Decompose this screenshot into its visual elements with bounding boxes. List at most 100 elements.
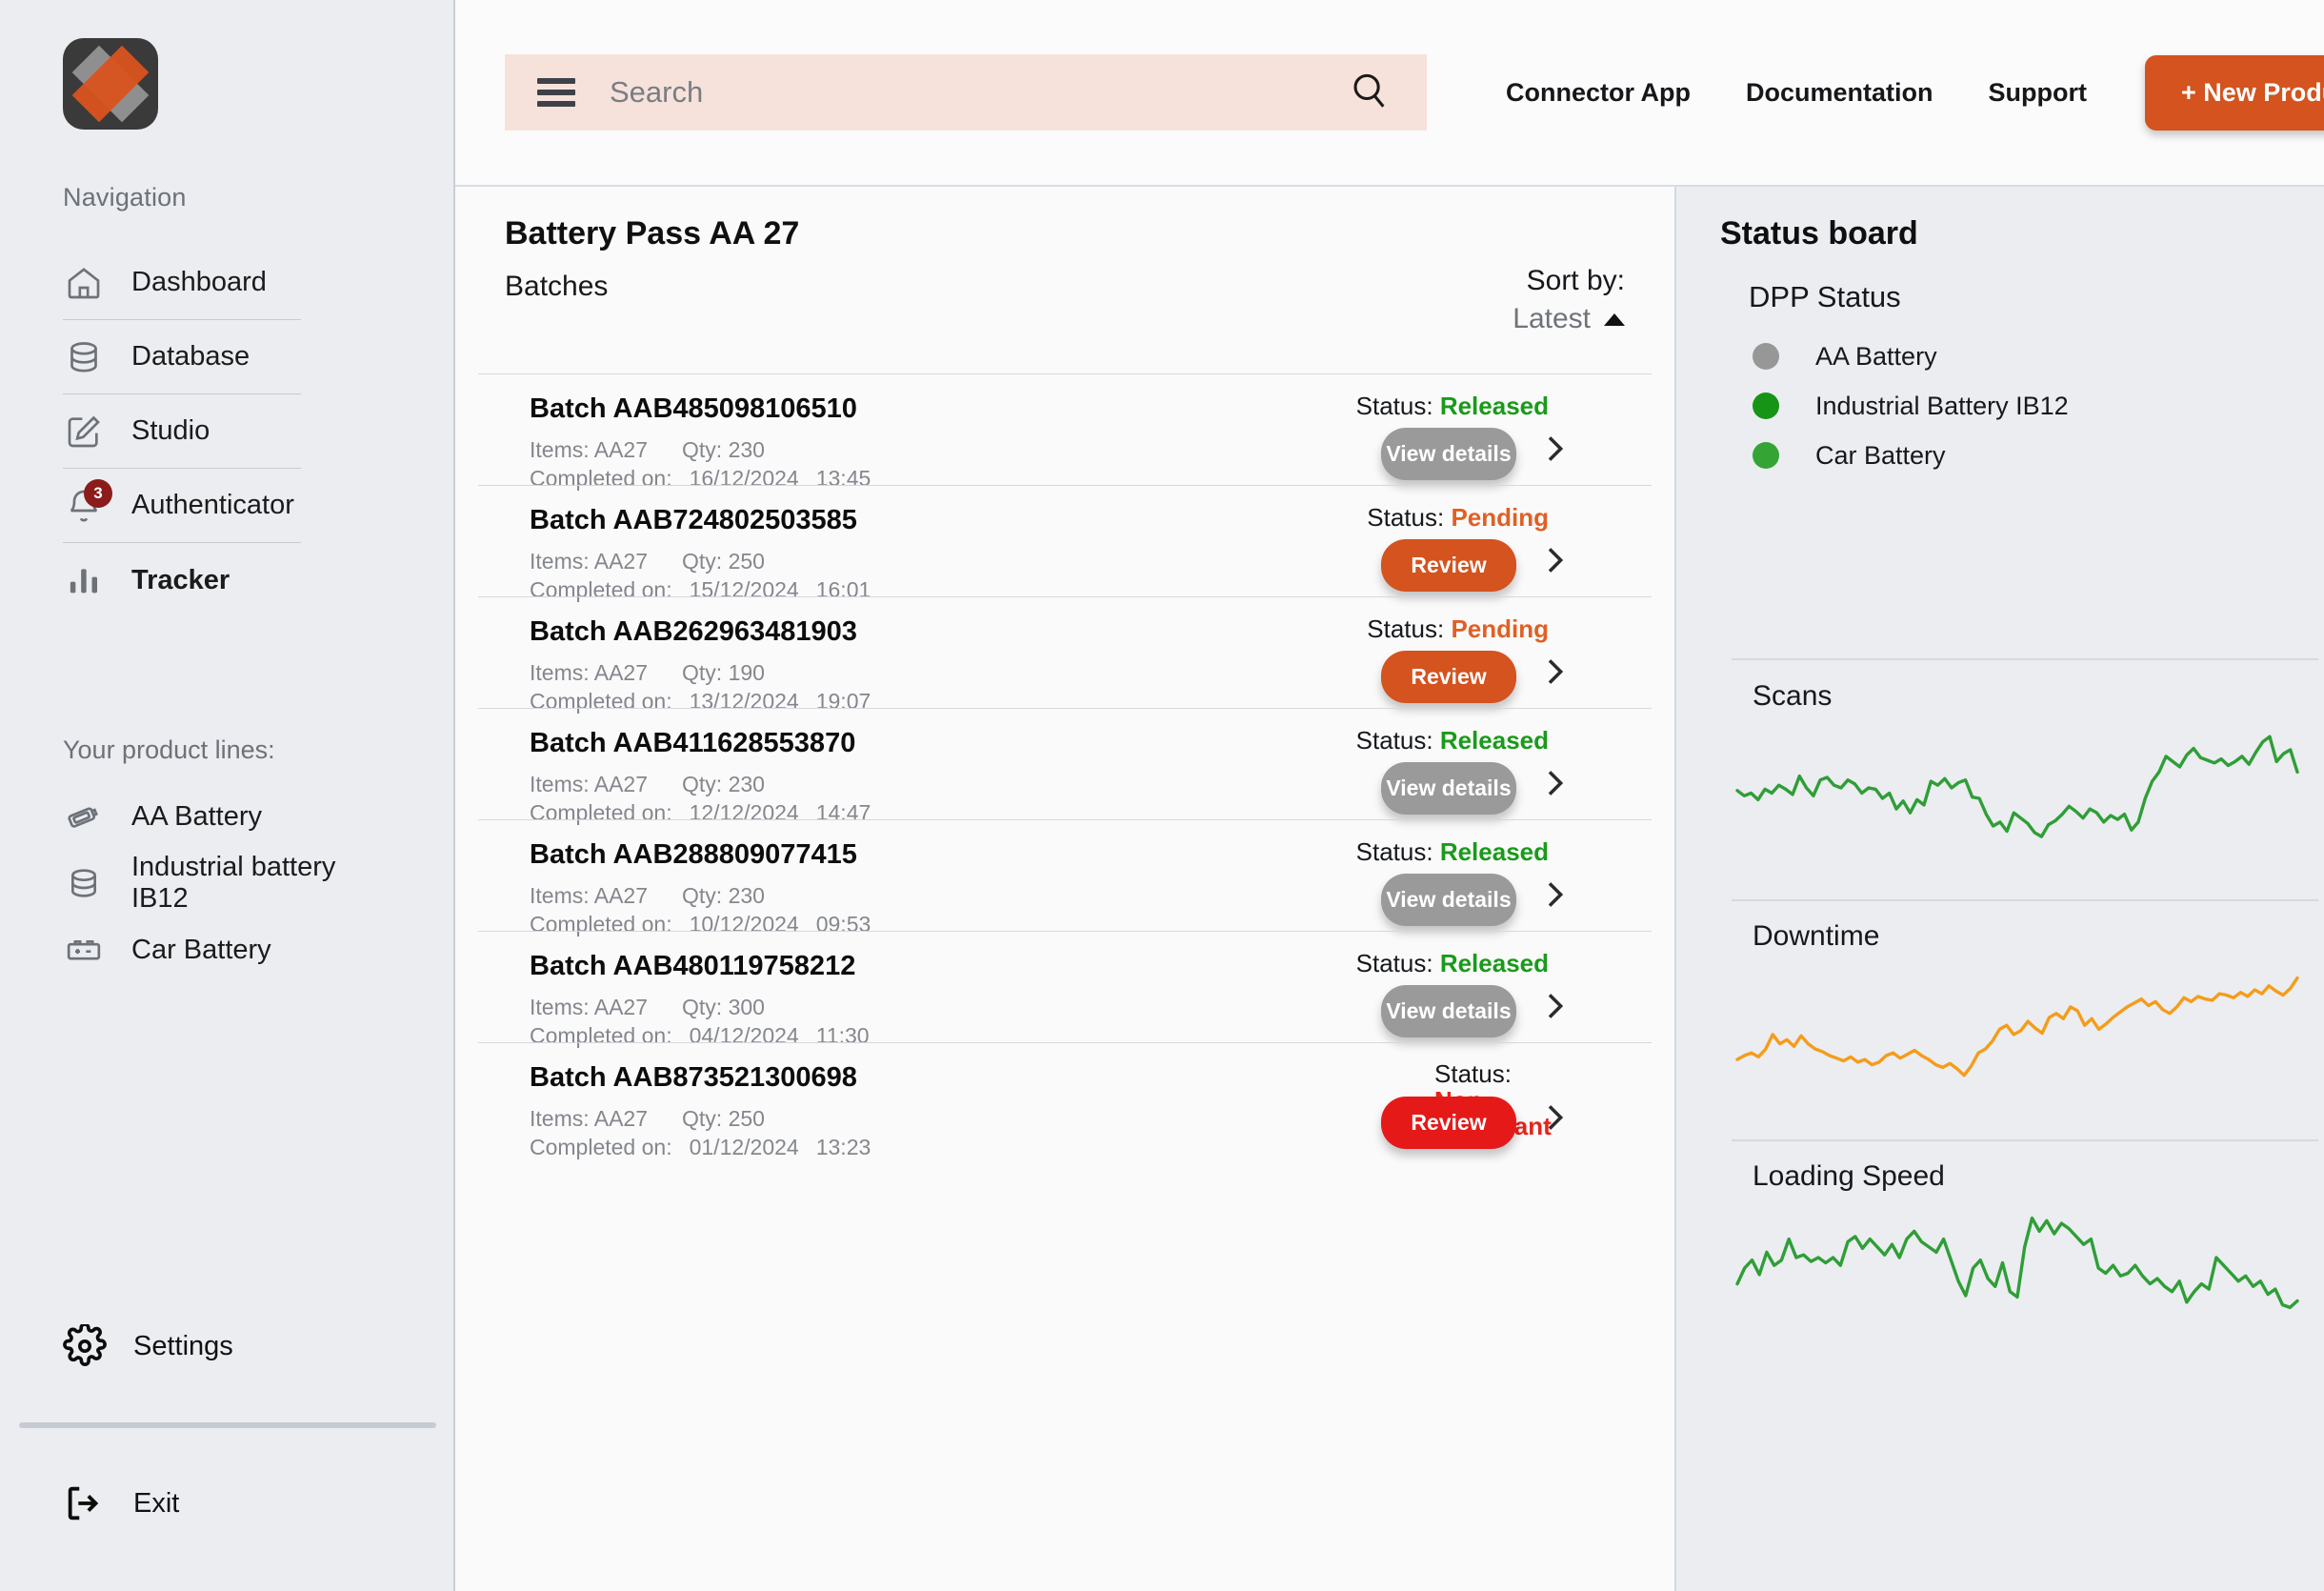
search-bar[interactable]: Search: [505, 54, 1427, 131]
batch-meta-items: Items: AA27 Qty: 250: [530, 1106, 765, 1132]
table-row[interactable]: Batch AAB411628553870 Items: AA27 Qty: 230…: [478, 708, 1652, 825]
sparkline-scans: Scans: [1732, 680, 2322, 859]
batch-name: Batch AAB485098106510: [530, 393, 857, 424]
caret-up-icon: [1604, 312, 1625, 326]
notification-badge: 3: [84, 478, 112, 508]
product-line-aa-battery[interactable]: AA Battery: [63, 783, 387, 850]
status-badge: Status: Released: [1356, 837, 1549, 867]
sidebar-item-dashboard[interactable]: Dashboard: [63, 246, 301, 320]
status-value: Released: [1439, 726, 1549, 755]
items-field: Items: AA27: [530, 883, 649, 908]
items-field: Items: AA27: [530, 1106, 649, 1131]
new-product-button[interactable]: + New Product: [2144, 54, 2324, 131]
top-nav: Connector App Documentation Support: [1478, 78, 2114, 108]
batch-action-button[interactable]: View details: [1381, 428, 1516, 480]
table-row[interactable]: Batch AAB485098106510 Items: AA27 Qty: 230…: [478, 373, 1652, 491]
sidebar-item-tracker[interactable]: Tracker: [63, 543, 301, 617]
table-row[interactable]: Batch AAB262963481903 Items: AA27 Qty: 190…: [478, 596, 1652, 714]
chevron-right-icon[interactable]: [1535, 1097, 1573, 1143]
batch-action-button[interactable]: View details: [1381, 762, 1516, 815]
sidebar: Navigation Dashboard Database Studio 3 A…: [0, 0, 455, 1591]
bar-chart-icon: [63, 559, 105, 601]
dpp-status-item[interactable]: Industrial Battery IB12: [1753, 381, 2069, 431]
sidebar-item-authenticator[interactable]: 3 Authenticator: [63, 469, 301, 543]
batch-name: Batch AAB288809077415: [530, 839, 857, 870]
nav-link-support[interactable]: Support: [1961, 78, 2114, 108]
sort-by-label: Sort by:: [1526, 265, 1625, 296]
sidebar-item-label: Dashboard: [131, 267, 267, 297]
dpp-status-item[interactable]: AA Battery: [1753, 332, 2069, 381]
aa-battery-icon: [63, 796, 105, 837]
product-line-industrial-battery[interactable]: Industrial battery IB12: [63, 850, 387, 916]
nav-link-documentation[interactable]: Documentation: [1718, 78, 1961, 108]
batch-action-button[interactable]: View details: [1381, 985, 1516, 1037]
sidebar-item-exit[interactable]: Exit: [63, 1481, 179, 1525]
batch-name: Batch AAB262963481903: [530, 616, 857, 647]
batch-name: Batch AAB411628553870: [530, 728, 856, 758]
batch-meta-items: Items: AA27 Qty: 300: [530, 995, 765, 1020]
status-prefix: Status:: [1355, 837, 1433, 866]
completed-time: 13:23: [815, 1135, 872, 1159]
sidebar-item-database[interactable]: Database: [63, 320, 301, 394]
qty-field: Qty: 300: [682, 995, 765, 1019]
sidebar-item-label: Studio: [131, 415, 210, 446]
batch-action-button[interactable]: Review: [1381, 1097, 1516, 1149]
dpp-status-item[interactable]: Car Battery: [1753, 431, 2069, 480]
nav-link-connector-app[interactable]: Connector App: [1478, 78, 1718, 108]
batch-meta-completed: Completed on: 01/12/2024 13:23: [530, 1135, 871, 1160]
product-line-label: AA Battery: [131, 800, 263, 832]
app-logo[interactable]: [63, 38, 158, 130]
status-prefix: Status:: [1367, 503, 1445, 532]
batch-action-button[interactable]: View details: [1381, 874, 1516, 926]
search-icon[interactable]: [1347, 69, 1391, 117]
items-field: Items: AA27: [530, 995, 649, 1019]
table-row[interactable]: Batch AAB480119758212 Items: AA27 Qty: 300…: [478, 931, 1652, 1048]
car-battery-icon: [63, 929, 105, 971]
chevron-right-icon[interactable]: [1535, 539, 1573, 586]
status-prefix: Status:: [1434, 1059, 1512, 1089]
app-window: Navigation Dashboard Database Studio 3 A…: [0, 0, 2324, 1591]
status-prefix: Status:: [1355, 726, 1433, 755]
status-badge: Status: Released: [1356, 949, 1549, 978]
chevron-right-icon[interactable]: [1535, 874, 1573, 920]
qty-field: Qty: 250: [682, 1106, 765, 1131]
chevron-right-icon[interactable]: [1535, 762, 1573, 809]
batch-action-button[interactable]: Review: [1381, 651, 1516, 703]
batch-meta-items: Items: AA27 Qty: 250: [530, 549, 765, 574]
status-dot: [1753, 442, 1779, 469]
sidebar-divider: [19, 1422, 436, 1428]
dpp-status-label: Industrial Battery IB12: [1815, 391, 2069, 420]
table-row[interactable]: Batch AAB724802503585 Items: AA27 Qty: 250…: [478, 485, 1652, 602]
navigation-heading: Navigation: [63, 183, 187, 211]
exit-icon: [63, 1481, 107, 1525]
status-board-divider: [1732, 1139, 2318, 1141]
status-value: Released: [1439, 949, 1549, 977]
chevron-right-icon[interactable]: [1535, 651, 1573, 697]
sparkline-title: Loading Speed: [1753, 1160, 1945, 1192]
batch-action-button[interactable]: Review: [1381, 539, 1516, 592]
sort-value[interactable]: Latest: [1513, 303, 1625, 335]
batch-meta-items: Items: AA27 Qty: 230: [530, 883, 765, 909]
table-row[interactable]: Batch AAB288809077415 Items: AA27 Qty: 230…: [478, 819, 1652, 936]
chevron-right-icon[interactable]: [1535, 428, 1573, 474]
chevron-right-icon[interactable]: [1535, 985, 1573, 1032]
status-badge: Status: Pending: [1367, 503, 1549, 533]
table-row[interactable]: Batch AAB873521300698 Items: AA27 Qty: 250…: [478, 1042, 1652, 1159]
dpp-status-label: AA Battery: [1815, 341, 1937, 371]
dpp-status-label: Car Battery: [1815, 440, 1946, 470]
content-area: Battery Pass AA 27 Batches Sort by: Late…: [455, 187, 2324, 1591]
sort-control[interactable]: Sort by: Latest: [1513, 265, 1625, 335]
sidebar-item-settings[interactable]: Settings: [63, 1324, 233, 1368]
settings-label: Settings: [133, 1330, 233, 1361]
status-dot: [1753, 343, 1779, 370]
product-line-car-battery[interactable]: Car Battery: [63, 916, 387, 983]
status-dot: [1753, 393, 1779, 419]
search-input[interactable]: Search: [610, 75, 1394, 110]
sidebar-item-studio[interactable]: Studio: [63, 394, 301, 469]
product-line-label: Industrial battery IB12: [131, 852, 336, 914]
hamburger-icon[interactable]: [537, 78, 575, 107]
batch-name: Batch AAB724802503585: [530, 505, 857, 535]
items-field: Items: AA27: [530, 437, 649, 462]
completed-date: 01/12/2024: [689, 1135, 799, 1159]
batches-panel: Battery Pass AA 27 Batches Sort by: Late…: [455, 187, 1676, 1591]
